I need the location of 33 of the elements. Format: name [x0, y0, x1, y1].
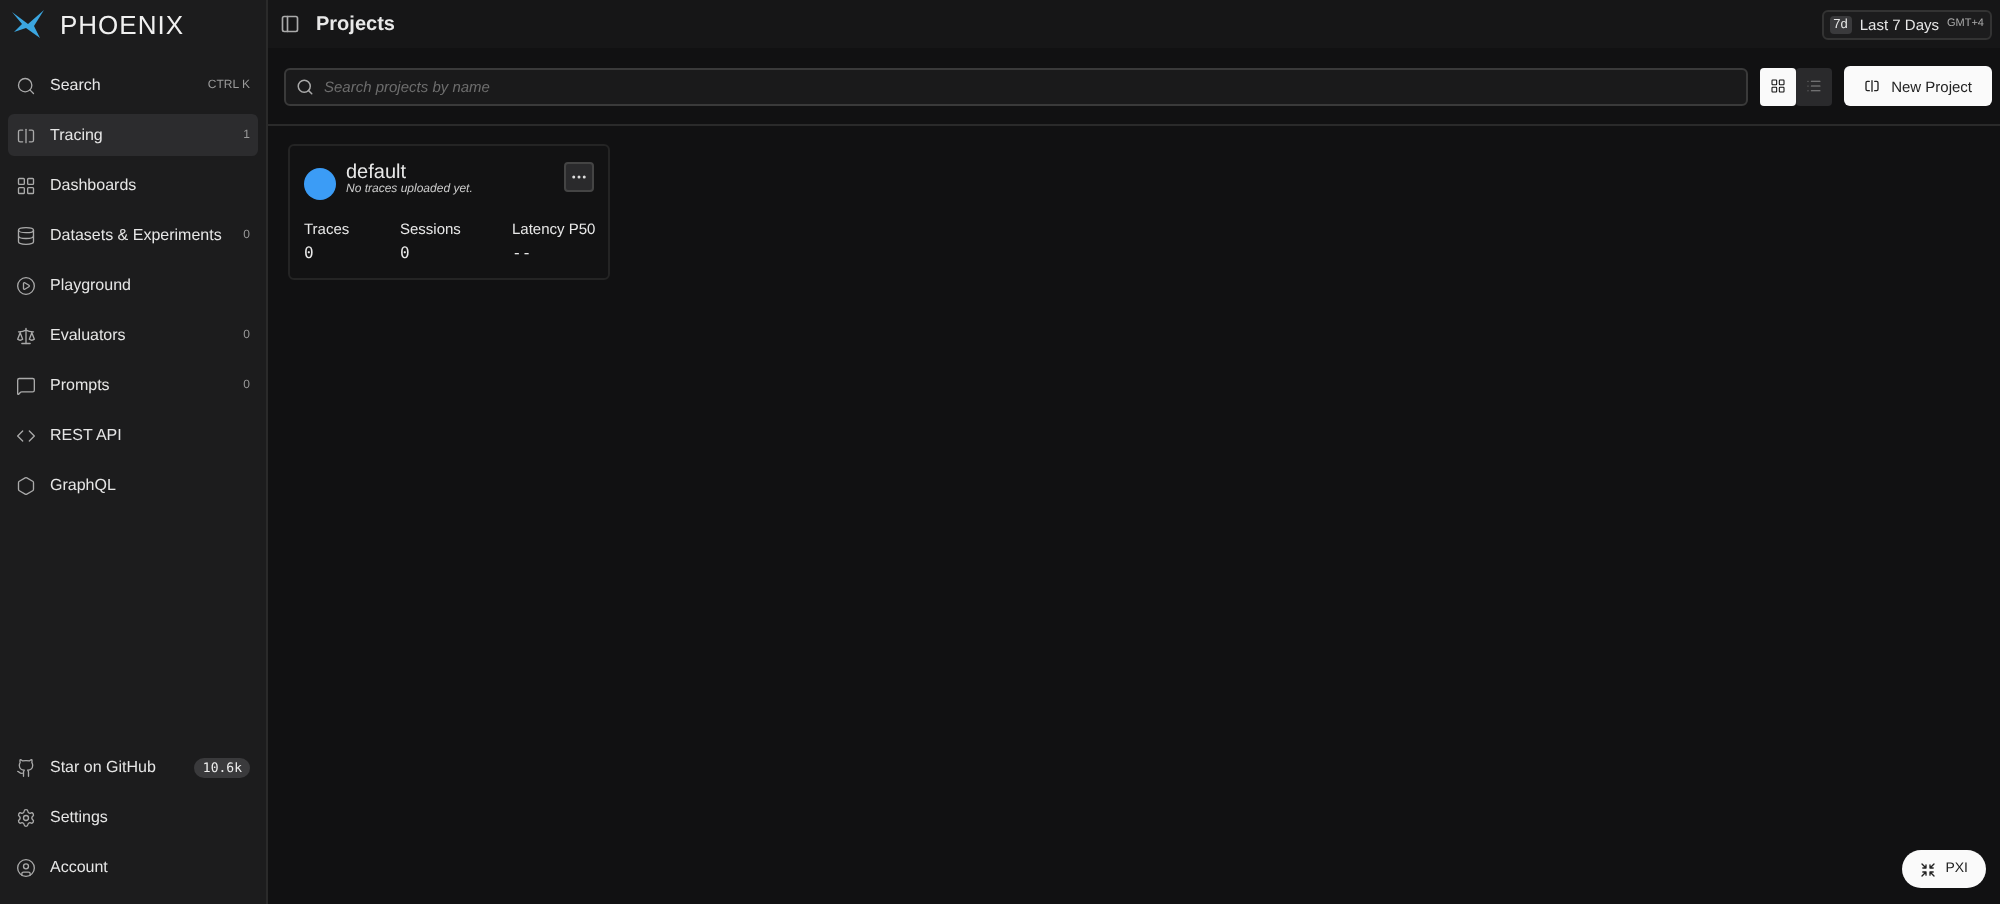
user-circle-icon	[16, 857, 36, 877]
nav-item[interactable]: GraphQL	[8, 464, 258, 506]
list-icon	[1805, 78, 1822, 94]
code-icon	[16, 425, 36, 445]
grid-icon	[1769, 78, 1786, 94]
view-toggle[interactable]	[1795, 67, 1832, 105]
brand-name: PHOENIX	[60, 9, 185, 39]
split-square-icon	[16, 125, 36, 145]
view-toggle[interactable]	[1759, 67, 1796, 105]
stat-value: 0	[304, 244, 316, 262]
database-icon	[16, 225, 36, 245]
nav-item[interactable]: Account	[8, 846, 258, 888]
sidebar-toggle-icon[interactable]	[280, 14, 300, 34]
search-icon	[296, 77, 314, 95]
page-title: Projects	[316, 13, 397, 35]
scale-icon	[16, 325, 36, 345]
nav-item[interactable]: Dashboards	[8, 164, 258, 206]
stat-value: --	[512, 244, 534, 262]
stat-value: 0	[400, 244, 412, 262]
project-name: default	[346, 162, 407, 184]
shrink-icon	[1919, 861, 1936, 877]
play-circle-icon	[16, 275, 36, 295]
grid-icon	[16, 175, 36, 195]
nav-item[interactable]: Settings	[8, 796, 258, 838]
nav-item[interactable]: Playground	[8, 264, 258, 306]
more-button[interactable]	[564, 162, 594, 192]
settings-icon	[16, 807, 36, 827]
chat-icon	[16, 375, 36, 395]
split-square-icon	[1863, 78, 1880, 94]
hexagon-icon	[16, 475, 36, 495]
github-icon	[16, 757, 36, 777]
search-icon	[16, 75, 36, 95]
nav-item[interactable]: REST API	[8, 414, 258, 456]
